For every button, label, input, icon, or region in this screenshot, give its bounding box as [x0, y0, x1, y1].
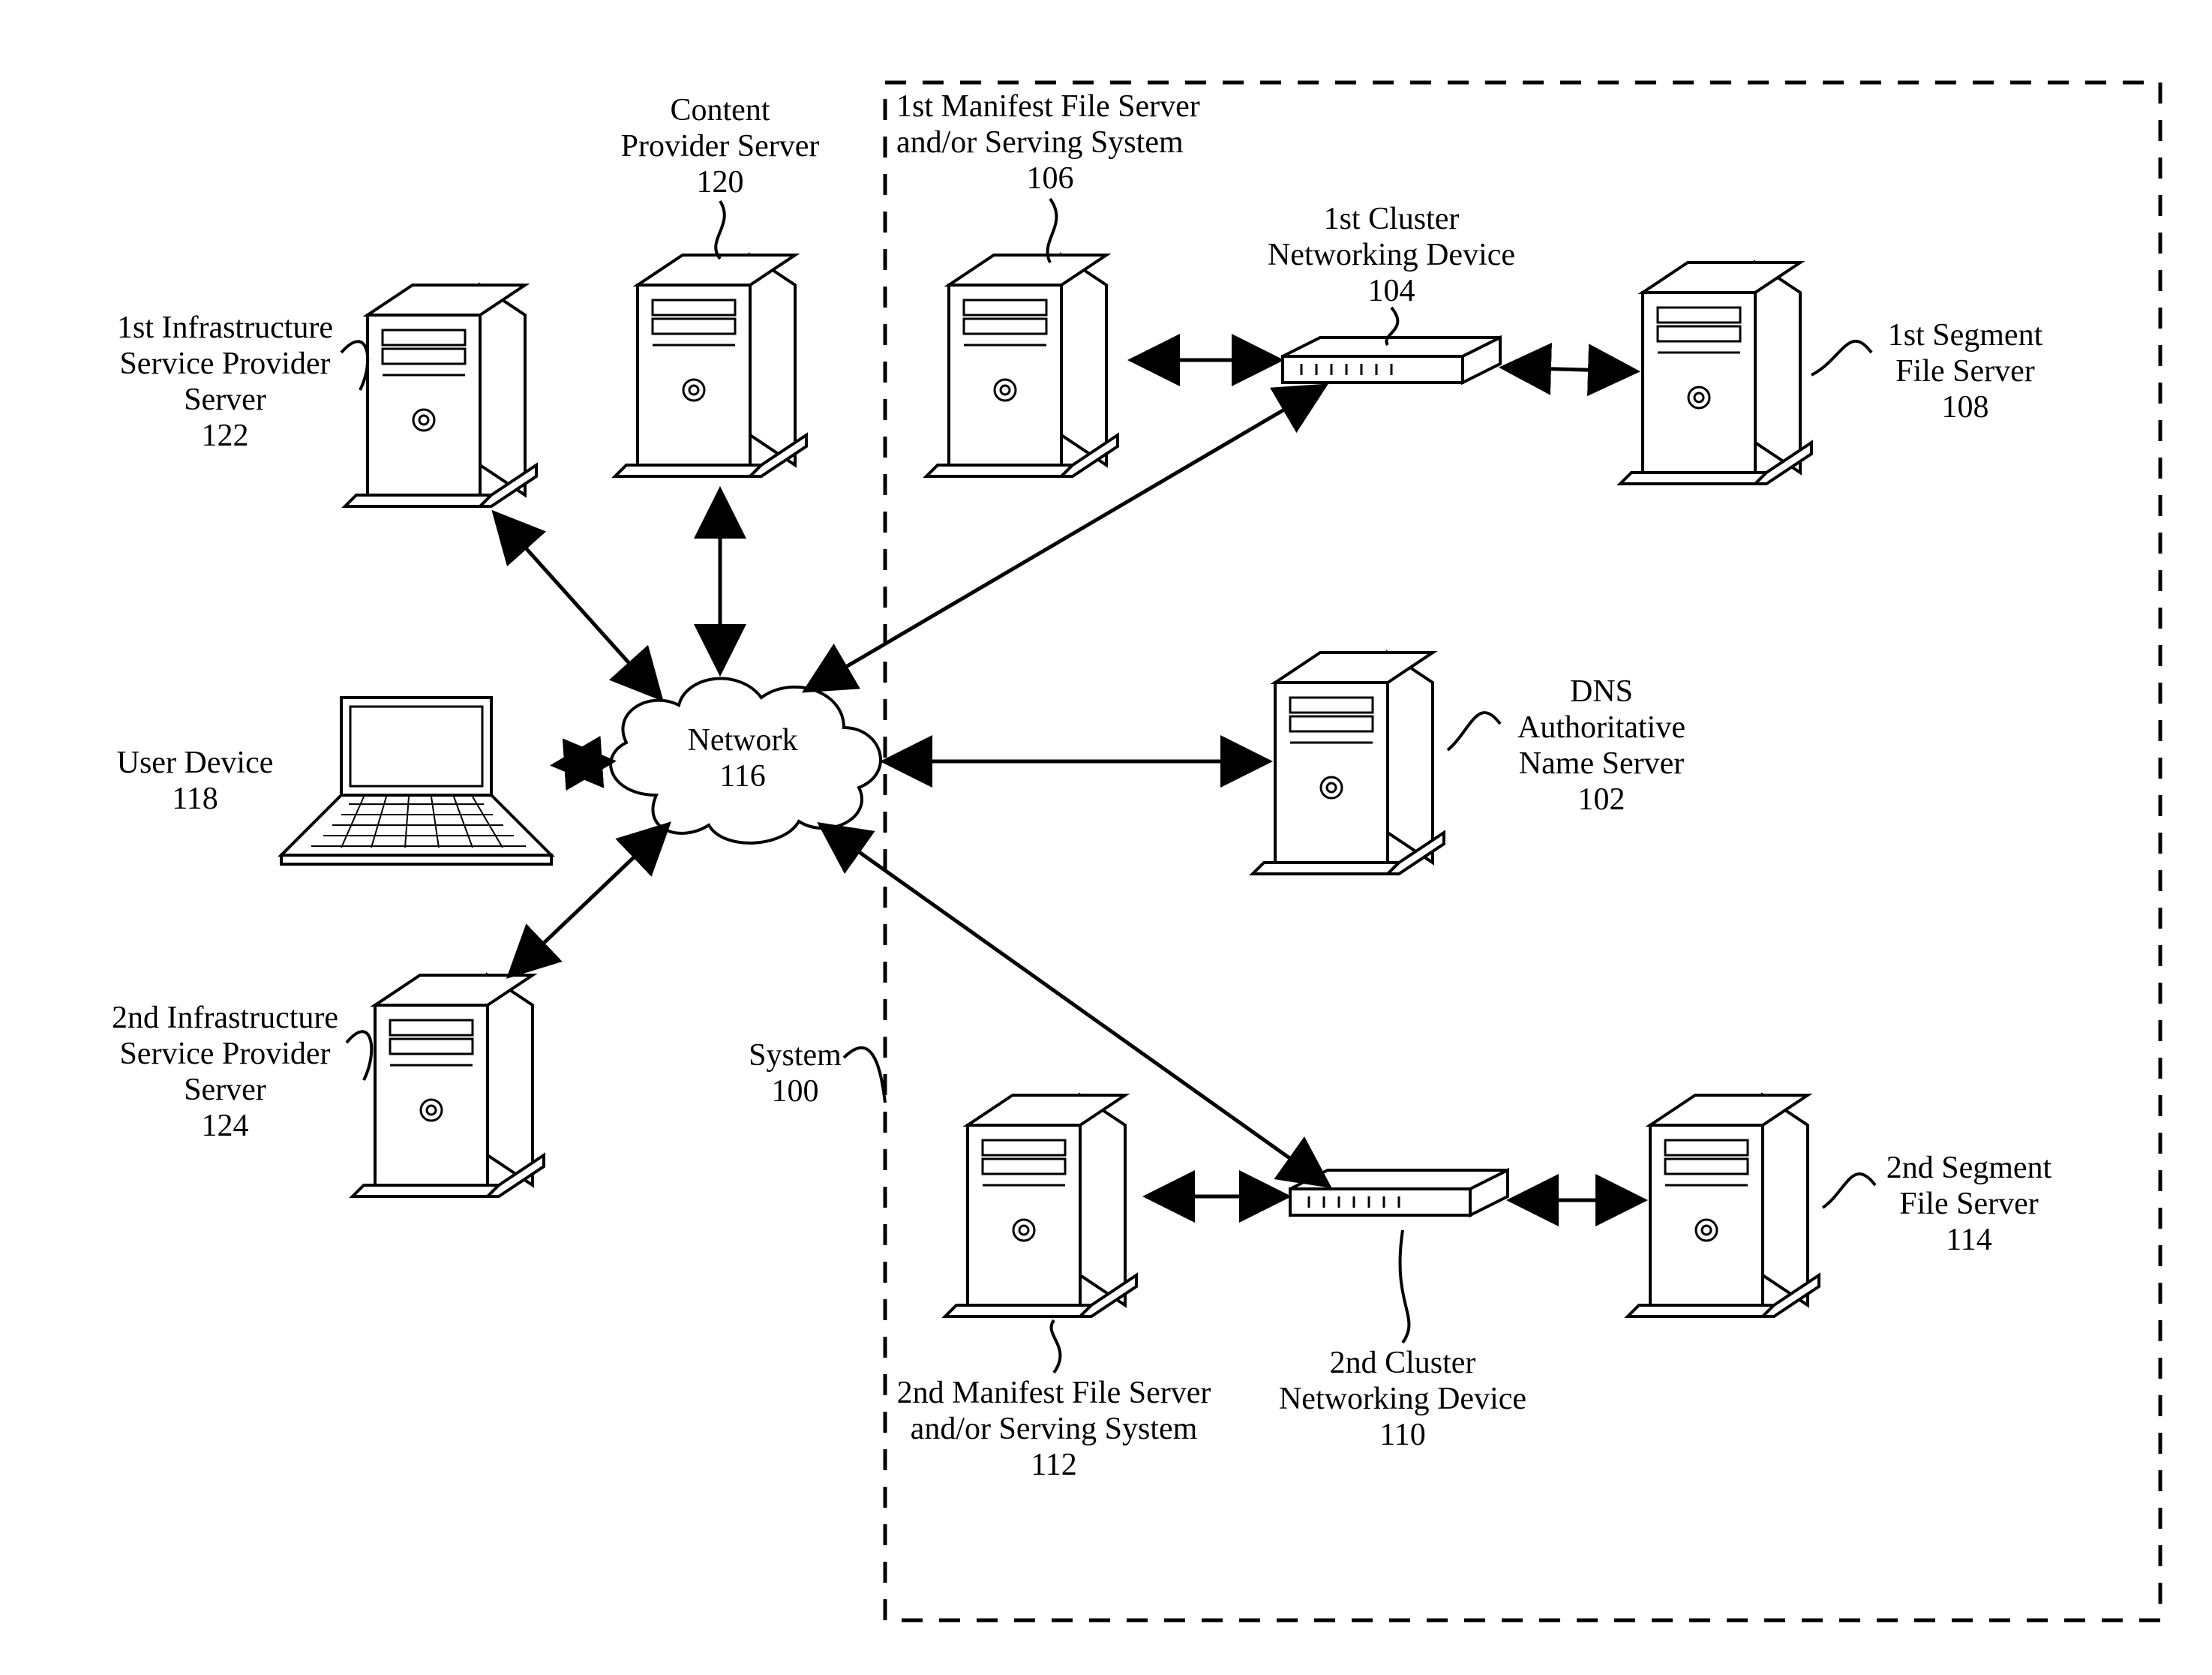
segment1-server-icon: [1620, 263, 1811, 484]
segment2-line2: File Server: [1899, 1187, 2038, 1221]
manifest1-server-icon: [926, 255, 1118, 476]
cluster1-line2: Networking Device: [1268, 238, 1515, 272]
manifest1-line1: 1st Manifest File Server: [896, 89, 1200, 124]
cluster2-line1: 2nd Cluster: [1330, 1346, 1476, 1380]
network-num: 116: [719, 759, 765, 794]
content-line1: Content: [671, 93, 770, 128]
infra2-num: 124: [202, 1109, 249, 1143]
manifest2-server-icon: [945, 1095, 1136, 1316]
edge-user-network: [555, 761, 611, 765]
segment1-line1: 1st Segment: [1888, 318, 2043, 353]
infra1-line1: 1st Infrastructure: [117, 311, 333, 345]
cluster2-num: 110: [1379, 1418, 1425, 1452]
segment1-leader: [1811, 341, 1871, 375]
dns-server-icon: [1253, 653, 1444, 874]
dns-line3: Name Server: [1519, 746, 1684, 781]
segment2-num: 114: [1946, 1223, 1991, 1257]
infra1-line3: Server: [184, 383, 266, 417]
dns-line1: DNS: [1570, 674, 1633, 709]
cluster1-num: 104: [1368, 274, 1415, 308]
cluster2-switch-icon: [1290, 1170, 1508, 1215]
system-line1: System: [749, 1038, 842, 1073]
infra2-line1: 2nd Infrastructure: [112, 1001, 338, 1035]
dns-line2: Authoritative: [1517, 710, 1685, 745]
infra1-line2: Service Provider: [119, 347, 330, 381]
edge-cluster1-segment1: [1504, 368, 1635, 371]
infra1-server-icon: [345, 285, 536, 506]
user-num: 118: [172, 782, 218, 816]
content-num: 120: [697, 165, 744, 200]
infra1-leader: [341, 341, 368, 390]
dns-leader: [1448, 713, 1500, 750]
dns-num: 102: [1578, 782, 1625, 817]
cluster1-line1: 1st Cluster: [1324, 202, 1460, 236]
manifest2-leader: [1052, 1320, 1061, 1373]
edge-infra1-network: [495, 514, 660, 698]
manifest1-line2: and/or Serving System: [896, 125, 1184, 160]
cluster1-switch-icon: [1283, 338, 1500, 383]
manifest2-num: 112: [1031, 1448, 1076, 1482]
user-laptop-icon: [281, 698, 551, 864]
diagram-canvas: Network 116 1st Infrastructure Service P…: [0, 0, 2212, 1675]
segment2-leader: [1823, 1174, 1875, 1208]
segment2-server-icon: [1628, 1095, 1819, 1316]
content-server-icon: [615, 255, 806, 476]
segment1-num: 108: [1942, 390, 1989, 425]
segment1-line2: File Server: [1895, 354, 2034, 389]
infra2-leader: [347, 1031, 371, 1080]
manifest2-line2: and/or Serving System: [911, 1412, 1198, 1446]
manifest1-num: 106: [1027, 161, 1074, 196]
network-label: Network: [688, 723, 798, 758]
infra1-num: 122: [202, 419, 249, 453]
cluster2-line2: Networking Device: [1279, 1382, 1526, 1416]
content-line2: Provider Server: [621, 129, 820, 164]
segment2-line1: 2nd Segment: [1886, 1151, 2052, 1185]
manifest2-line1: 2nd Manifest File Server: [897, 1376, 1211, 1410]
manifest1-leader: [1048, 199, 1057, 263]
content-leader: [716, 201, 725, 259]
infra2-server-icon: [353, 975, 544, 1196]
infra2-line2: Service Provider: [119, 1037, 330, 1071]
infra2-line3: Server: [184, 1073, 266, 1107]
cluster2-leader: [1400, 1230, 1409, 1343]
system-leader: [844, 1048, 885, 1103]
system-num: 100: [772, 1074, 819, 1109]
user-line1: User Device: [117, 746, 274, 780]
